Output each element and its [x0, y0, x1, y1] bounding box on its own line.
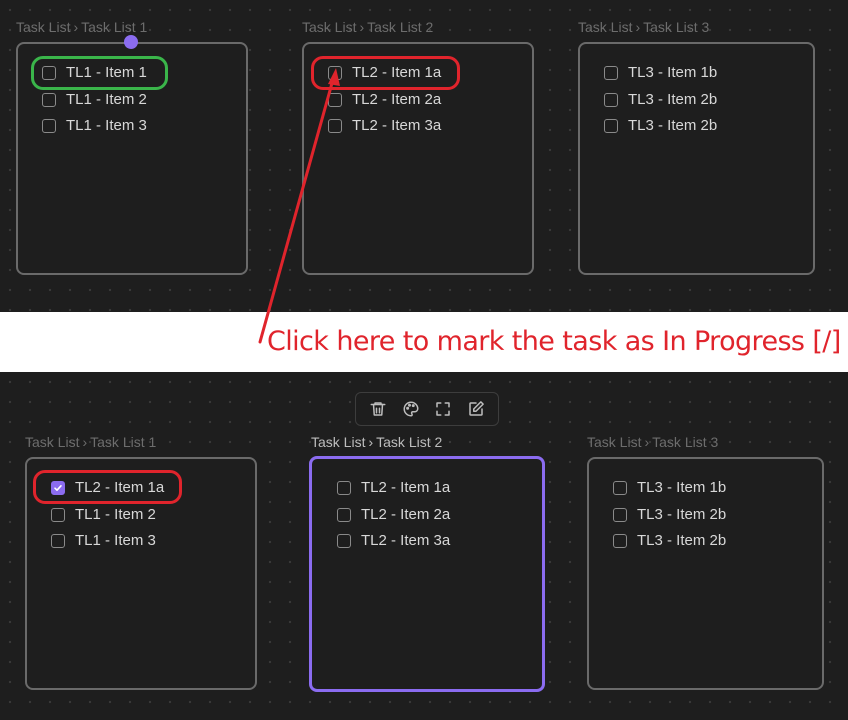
annotation-arrow — [258, 68, 340, 344]
